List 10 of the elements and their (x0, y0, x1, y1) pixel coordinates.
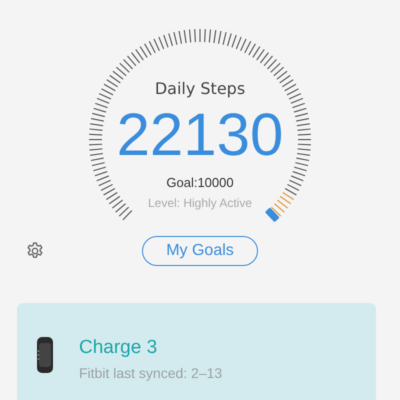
my-goals-button[interactable]: My Goals (142, 236, 258, 266)
device-name: Charge 3 (79, 337, 158, 359)
activity-level: Level: Highly Active (148, 196, 252, 211)
fitness-band-icon (35, 337, 55, 373)
sync-status: Fitbit last synced: 2–13 (79, 365, 222, 381)
step-count: 22130 (116, 103, 284, 167)
device-card[interactable]: Charge 3 Fitbit last synced: 2–13 (17, 303, 376, 400)
settings-icon[interactable] (25, 241, 45, 261)
gauge-title: Daily Steps (154, 79, 246, 99)
goal-text: Goal:10000 (166, 175, 234, 191)
